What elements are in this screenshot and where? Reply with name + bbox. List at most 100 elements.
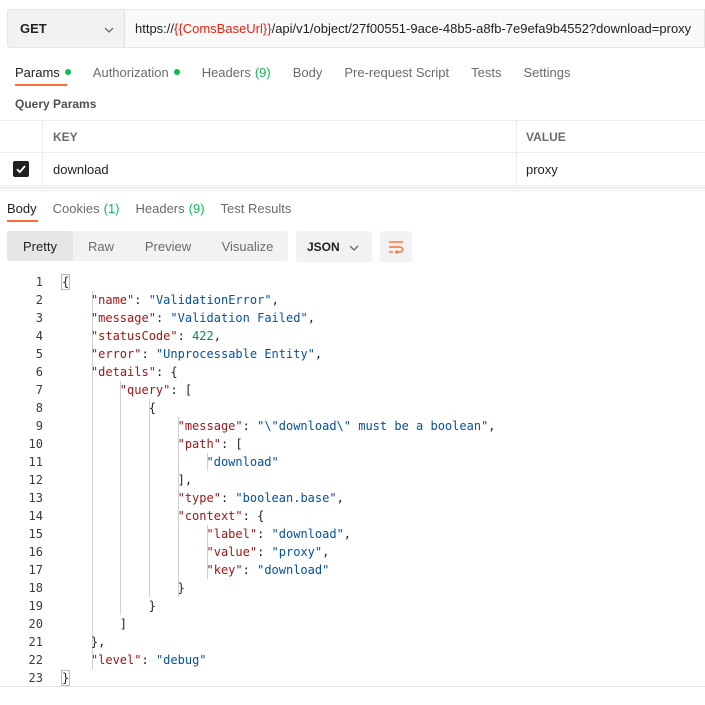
tab-headers[interactable]: Headers (9) [202, 63, 271, 81]
tab-authorization[interactable]: Authorization [93, 63, 180, 81]
json-type-key: type [184, 491, 214, 505]
code-line: 17 "key": "download" [0, 561, 705, 579]
line-number: 7 [35, 383, 43, 397]
code-line: 3 "message": "Validation Failed", [0, 309, 705, 327]
tab-authorization-label: Authorization [92, 64, 169, 80]
tab-response-body-label: Body [7, 200, 37, 216]
tab-response-headers[interactable]: Headers (9) [136, 199, 205, 217]
param-value-cell[interactable]: proxy [517, 153, 705, 185]
code-line: 11 "download" [0, 453, 705, 471]
request-url-bar: GET https://{{ComsBaseUrl}}/api/v1/objec… [7, 9, 705, 48]
line-number: 10 [28, 437, 43, 451]
code-line: 6 "details": { [0, 363, 705, 381]
tab-params[interactable]: Params [15, 63, 71, 81]
tab-params-label: Params [15, 64, 60, 80]
code-line: 2 "name": "ValidationError", [0, 291, 705, 309]
format-pretty-button[interactable]: Pretty [7, 231, 73, 261]
tab-prerequest-label: Pre-request Script [344, 64, 450, 80]
column-header-key: KEY [43, 121, 517, 152]
tab-headers-label: Headers [201, 64, 251, 80]
code-line: 14 "context": { [0, 507, 705, 525]
line-number: 1 [35, 275, 43, 289]
tab-settings[interactable]: Settings [523, 63, 570, 81]
json-item-message-value: \"download\" must be a boolean [264, 419, 482, 433]
language-select[interactable]: JSON [296, 231, 372, 262]
param-key-cell[interactable]: download [43, 153, 517, 185]
table-row-checkbox-cell [0, 153, 43, 185]
code-line: 5 "error": "Unprocessable Entity", [0, 345, 705, 363]
tab-response-cookies[interactable]: Cookies (1) [53, 199, 120, 217]
line-number: 19 [28, 599, 43, 613]
line-number: 18 [28, 581, 43, 595]
line-number: 20 [28, 617, 43, 631]
json-context-value-value: proxy [278, 545, 315, 559]
json-statuscode-value: 422 [192, 329, 214, 343]
line-number: 2 [35, 293, 43, 307]
url-suffix: /api/v1/object/27f00551-9ace-48b5-a8fb-7… [271, 21, 692, 36]
url-input[interactable]: https://{{ComsBaseUrl}}/api/v1/object/27… [124, 9, 705, 48]
response-body-viewer[interactable]: 1{ 2 "name": "ValidationError", 3 "messa… [0, 273, 705, 687]
format-preview-button[interactable]: Preview [129, 231, 207, 261]
tab-response-body[interactable]: Body [7, 199, 37, 217]
request-tabs: Params Authorization Headers (9) Body Pre… [15, 63, 592, 83]
tab-body[interactable]: Body [293, 63, 323, 81]
code-line: 12 ], [0, 471, 705, 489]
code-line: 9 "message": "\"download\" must be a boo… [0, 417, 705, 435]
json-error-value: Unprocessable Entity [163, 347, 308, 361]
tab-response-cookies-label: Cookies [52, 200, 100, 216]
code-line: 21 }, [0, 633, 705, 651]
line-number: 23 [28, 671, 43, 685]
bottom-divider [0, 686, 705, 687]
active-tab-indicator [15, 84, 67, 86]
line-number: 9 [35, 419, 43, 433]
language-select-label: JSON [307, 239, 340, 254]
column-header-value: VALUE [526, 129, 566, 144]
response-tabs: Body Cookies (1) Headers (9) Test Results [7, 199, 307, 217]
line-number: 16 [28, 545, 43, 559]
format-visualize-button[interactable]: Visualize [207, 231, 288, 261]
code-line: 7 "query": [ [0, 381, 705, 399]
code-line: 4 "statusCode": 422, [0, 327, 705, 345]
tab-test-results-label: Test Results [220, 200, 292, 216]
table-header-row: KEY VALUE [0, 120, 705, 153]
method-select[interactable]: GET [7, 9, 124, 48]
tab-body-label: Body [292, 64, 323, 80]
tab-headers-count: (9) [254, 64, 271, 80]
line-number: 15 [28, 527, 43, 541]
query-params-title: Query Params [15, 97, 97, 111]
json-query-key: query [127, 383, 164, 397]
code-line: 8 { [0, 399, 705, 417]
json-context-key-value: download [264, 563, 323, 577]
wrap-lines-button[interactable] [380, 231, 412, 262]
tab-tests-label: Tests [471, 64, 502, 80]
response-active-tab-indicator [7, 220, 38, 222]
line-number: 4 [35, 329, 43, 343]
line-number: 12 [28, 473, 43, 487]
code-line: 10 "path": [ [0, 435, 705, 453]
line-number: 21 [28, 635, 43, 649]
line-number: 8 [35, 401, 43, 415]
line-number: 13 [28, 491, 43, 505]
json-level-value: debug [163, 653, 200, 667]
param-enabled-checkbox[interactable] [13, 161, 29, 177]
line-number: 5 [35, 347, 43, 361]
tab-prerequest-script[interactable]: Pre-request Script [344, 63, 449, 81]
code-line: 13 "type": "boolean.base", [0, 489, 705, 507]
wrap-lines-icon [389, 240, 404, 254]
tab-settings-label: Settings [523, 64, 571, 80]
query-params-table: KEY VALUE download proxy [0, 120, 705, 186]
pane-resize-handle[interactable] [0, 187, 705, 192]
line-number: 22 [28, 653, 43, 667]
json-path-key: path [184, 437, 214, 451]
chevron-down-icon [104, 23, 114, 38]
format-raw-button[interactable]: Raw [73, 231, 129, 261]
tab-tests[interactable]: Tests [471, 63, 501, 81]
checkmark-icon [16, 165, 26, 174]
json-details-key: details [98, 365, 149, 379]
json-name-value: ValidationError [155, 293, 265, 307]
line-number: 3 [35, 311, 43, 325]
line-number: 17 [28, 563, 43, 577]
code-line: 19 } [0, 597, 705, 615]
chevron-down-icon [349, 242, 359, 256]
tab-test-results[interactable]: Test Results [221, 199, 292, 217]
